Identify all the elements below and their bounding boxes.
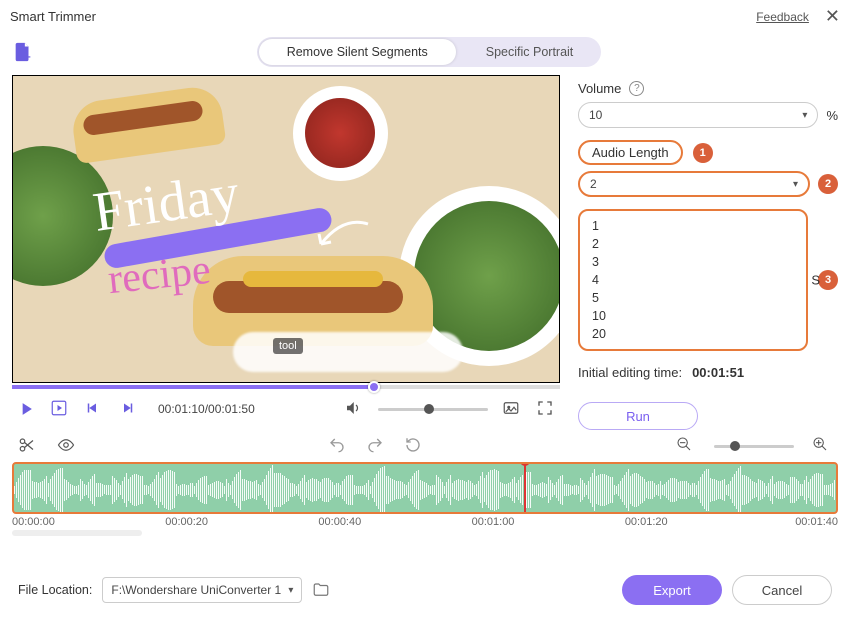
audio-length-select[interactable]: 2 ▾: [578, 171, 810, 197]
waveform-timeline[interactable]: [12, 462, 838, 514]
next-frame-icon[interactable]: [118, 399, 138, 419]
initial-time-value: 00:01:51: [692, 365, 744, 380]
option-5[interactable]: 5: [580, 289, 806, 307]
file-location-select[interactable]: F:\Wondershare UniConverter 1 ▾: [102, 577, 302, 603]
help-icon[interactable]: ?: [629, 81, 644, 96]
playback-time: 00:01:10/00:01:50: [158, 402, 255, 416]
feedback-link[interactable]: Feedback: [756, 10, 809, 24]
volume-unit: %: [826, 108, 838, 123]
option-3[interactable]: 3: [580, 253, 806, 271]
close-icon[interactable]: ✕: [825, 6, 840, 27]
zoom-slider[interactable]: [714, 445, 794, 448]
chevron-down-icon: ▾: [288, 585, 293, 596]
volume-value: 10: [589, 108, 602, 122]
file-location-label: File Location:: [18, 583, 92, 597]
undo-icon[interactable]: [328, 436, 348, 456]
audio-length-unit: S: [811, 273, 820, 288]
cancel-button[interactable]: Cancel: [732, 575, 832, 605]
zoom-in-icon[interactable]: [812, 436, 832, 456]
option-10[interactable]: 10: [580, 307, 806, 325]
volume-icon[interactable]: [344, 399, 364, 419]
play-icon[interactable]: [16, 399, 36, 419]
fullscreen-icon[interactable]: [536, 399, 556, 419]
redo-icon[interactable]: [366, 436, 386, 456]
tab-remove-silent[interactable]: Remove Silent Segments: [259, 39, 456, 65]
option-2[interactable]: 2: [580, 235, 806, 253]
mode-tabs: Remove Silent Segments Specific Portrait: [257, 37, 602, 67]
zoom-out-icon[interactable]: [676, 436, 696, 456]
callout-badge-1: 1: [693, 143, 713, 163]
option-20[interactable]: 20: [580, 325, 806, 343]
arrow-overlay: [313, 216, 373, 256]
playhead[interactable]: [524, 462, 526, 514]
video-progress[interactable]: [12, 385, 560, 389]
snapshot-icon[interactable]: [502, 399, 522, 419]
chevron-down-icon: ▾: [793, 179, 798, 190]
volume-label: Volume: [578, 81, 621, 96]
open-folder-icon[interactable]: [312, 581, 330, 599]
audio-length-value: 2: [590, 177, 597, 191]
option-4[interactable]: 4: [580, 271, 806, 289]
volume-slider[interactable]: [378, 408, 488, 411]
add-file-icon[interactable]: +: [12, 41, 34, 63]
time-axis: 00:00:0000:00:2000:00:4000:01:0000:01:20…: [0, 514, 850, 528]
window-title: Smart Trimmer: [10, 9, 96, 24]
cut-icon[interactable]: [18, 436, 38, 456]
export-button[interactable]: Export: [622, 575, 722, 605]
tab-specific-portrait[interactable]: Specific Portrait: [458, 37, 602, 67]
audio-length-label: Audio Length: [578, 140, 683, 165]
eye-icon[interactable]: [56, 436, 76, 456]
callout-badge-2: 2: [818, 174, 838, 194]
run-button[interactable]: Run: [578, 402, 698, 430]
initial-time-label: Initial editing time:: [578, 365, 682, 380]
tooltip-label: tool: [273, 338, 303, 354]
reset-icon[interactable]: [404, 436, 424, 456]
prev-frame-icon[interactable]: [84, 399, 104, 419]
volume-select[interactable]: 10 ▾: [578, 102, 818, 128]
chevron-down-icon: ▾: [802, 110, 807, 121]
video-preview[interactable]: Friday recipe tool: [12, 75, 560, 383]
file-location-value: F:\Wondershare UniConverter 1: [111, 583, 281, 597]
timeline-scrollbar[interactable]: [12, 530, 142, 536]
option-1[interactable]: 1: [580, 217, 806, 235]
audio-length-dropdown[interactable]: 1 2 3 4 5 10 20 S: [578, 209, 808, 351]
callout-badge-3: 3: [818, 270, 838, 290]
play-frame-icon[interactable]: [50, 399, 70, 419]
svg-text:+: +: [25, 52, 31, 63]
